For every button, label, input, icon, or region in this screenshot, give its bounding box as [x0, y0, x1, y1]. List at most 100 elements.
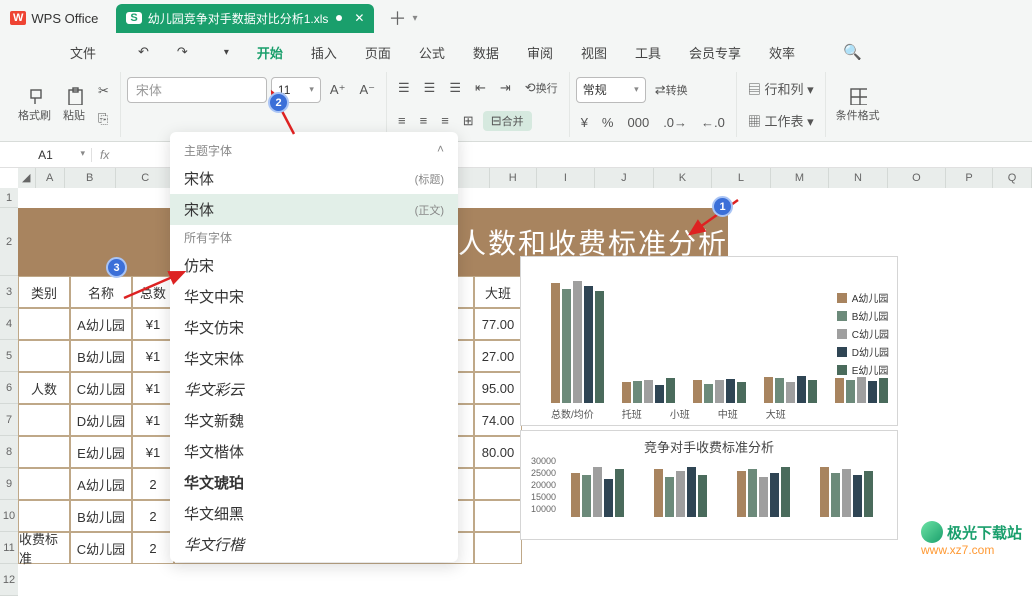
number-format-select[interactable]: 常规▾: [576, 77, 646, 103]
format-brush-button[interactable]: 格式刷: [14, 85, 55, 125]
search-icon[interactable]: 🔍: [829, 43, 876, 61]
cut-icon[interactable]: ✂: [93, 80, 114, 102]
fx-icon[interactable]: fx: [92, 148, 117, 162]
col-M[interactable]: M: [771, 168, 830, 188]
convert-button[interactable]: ⇄转换: [650, 79, 693, 101]
font-select[interactable]: ˄: [127, 77, 267, 103]
copy-icon[interactable]: ⎘: [93, 108, 114, 130]
ribbon: 格式刷 粘贴 ✂ ⎘ ˄ 11▾ A⁺ A⁻ x ☰ ☰ ☰ ⇤ ⇥ ⟲换行: [0, 68, 1032, 142]
decrease-font-icon[interactable]: A⁻: [354, 79, 380, 101]
col-A[interactable]: A: [36, 168, 65, 188]
name-box[interactable]: A1: [0, 148, 92, 162]
menu-vip[interactable]: 会员专享: [675, 43, 755, 62]
row-3[interactable]: 3: [0, 276, 18, 308]
align-bot-icon[interactable]: ☰: [444, 77, 466, 99]
qat-caret-icon[interactable]: ▾: [210, 47, 243, 58]
col-H[interactable]: H: [490, 168, 537, 188]
distrib-icon[interactable]: ⊞: [458, 110, 479, 132]
align-top-icon[interactable]: ☰: [393, 77, 415, 99]
spreadsheet-grid[interactable]: ◢ A B C D E H I J K L M N O P Q 1 2 3 4 …: [0, 168, 1032, 563]
font-item[interactable]: 华文隶书: [170, 560, 458, 562]
align-right-icon[interactable]: ≡: [436, 110, 454, 131]
menu-formula[interactable]: 公式: [405, 43, 459, 62]
row-4[interactable]: 4: [0, 308, 18, 340]
worksheet-button[interactable]: ▦ 工作表 ▾: [743, 108, 819, 133]
font-item[interactable]: 华文中宋: [170, 281, 458, 312]
undo-icon[interactable]: ↶: [124, 44, 163, 60]
chart2-yticks: 3000025000200001500010000: [531, 455, 556, 515]
merge-button[interactable]: ⊟合并: [483, 111, 532, 131]
currency-icon[interactable]: ¥: [576, 112, 593, 133]
font-item[interactable]: 华文细黑: [170, 498, 458, 529]
indent-dec-icon[interactable]: ⇤: [470, 77, 491, 99]
new-tab-button[interactable]: ＋: [388, 5, 406, 31]
font-item[interactable]: 华文彩云: [170, 374, 458, 405]
font-item[interactable]: 华文楷体: [170, 436, 458, 467]
row-5[interactable]: 5: [0, 340, 18, 372]
th-cat: 类别: [18, 276, 70, 308]
row-headers[interactable]: 1 2 3 4 5 6 7 8 9 10 11 12: [0, 188, 18, 596]
font-item[interactable]: 宋体(标题): [170, 163, 458, 194]
menu-insert[interactable]: 插入: [297, 43, 351, 62]
col-I[interactable]: I: [537, 168, 596, 188]
menu-file[interactable]: 文件: [8, 43, 124, 62]
col-Q[interactable]: Q: [993, 168, 1032, 188]
col-B[interactable]: B: [65, 168, 116, 188]
increase-font-icon[interactable]: A⁺: [325, 79, 351, 101]
chart-fees[interactable]: 竞争对手收费标准分析 3000025000200001500010000: [520, 430, 898, 540]
menu-page[interactable]: 页面: [351, 43, 405, 62]
modified-dot-icon: [336, 15, 342, 21]
font-dropdown[interactable]: 主题字体˄ 宋体(标题) 宋体(正文) 所有字体 仿宋华文中宋华文仿宋华文宋体华…: [170, 132, 458, 562]
row-11[interactable]: 11: [0, 532, 18, 564]
rowcol-button[interactable]: ▤ 行和列 ▾: [743, 76, 819, 101]
font-item[interactable]: 华文行楷: [170, 529, 458, 560]
dec-dec-icon[interactable]: ←.0: [696, 112, 730, 133]
wrap-button[interactable]: ⟲换行: [520, 77, 563, 99]
menu-start[interactable]: 开始: [243, 43, 297, 62]
tab-menu-caret[interactable]: ▾: [412, 13, 417, 24]
row-12[interactable]: 12: [0, 564, 18, 596]
indent-inc-icon[interactable]: ⇥: [495, 77, 516, 99]
document-tab[interactable]: S 幼儿园竞争对手数据对比分析1.xls ✕: [116, 4, 374, 33]
font-item[interactable]: 仿宋: [170, 250, 458, 281]
col-C[interactable]: C: [116, 168, 176, 188]
align-center-icon[interactable]: ≡: [415, 110, 433, 131]
col-P[interactable]: P: [946, 168, 993, 188]
row-8[interactable]: 8: [0, 436, 18, 468]
col-K[interactable]: K: [654, 168, 713, 188]
thousands-icon[interactable]: 000: [622, 112, 654, 133]
font-item[interactable]: 华文新魏: [170, 405, 458, 436]
menu-eff[interactable]: 效率: [755, 43, 809, 62]
font-item[interactable]: 华文琥珀: [170, 467, 458, 498]
menu-data[interactable]: 数据: [459, 43, 513, 62]
brush-icon: [26, 87, 44, 105]
align-mid-icon[interactable]: ☰: [419, 77, 441, 99]
row-1[interactable]: 1: [0, 188, 18, 208]
menu-tools[interactable]: 工具: [621, 43, 675, 62]
col-L[interactable]: L: [712, 168, 771, 188]
row-9[interactable]: 9: [0, 468, 18, 500]
col-N[interactable]: N: [829, 168, 888, 188]
percent-icon[interactable]: %: [597, 112, 619, 133]
burger-icon: [22, 45, 50, 59]
font-item[interactable]: 华文仿宋: [170, 312, 458, 343]
paste-button[interactable]: 粘贴: [59, 85, 89, 125]
row-6[interactable]: 6: [0, 372, 18, 404]
col-O[interactable]: O: [888, 168, 947, 188]
align-left-icon[interactable]: ≡: [393, 110, 411, 131]
chevron-up-icon[interactable]: ˄: [437, 142, 444, 159]
redo-icon[interactable]: ↷: [163, 44, 202, 60]
dec-inc-icon[interactable]: .0→: [658, 112, 692, 133]
col-J[interactable]: J: [595, 168, 654, 188]
menu-review[interactable]: 审阅: [513, 43, 567, 62]
row-10[interactable]: 10: [0, 500, 18, 532]
chart-population[interactable]: A幼儿园B幼儿园C幼儿园D幼儿园E幼儿园 总数/均价托班小班中班大班: [520, 256, 898, 426]
font-item-selected[interactable]: 宋体(正文): [170, 194, 458, 225]
close-tab-icon[interactable]: ✕: [354, 11, 364, 25]
row-2[interactable]: 2: [0, 208, 18, 276]
row-7[interactable]: 7: [0, 404, 18, 436]
corner-box[interactable]: ◢: [18, 168, 36, 188]
font-item[interactable]: 华文宋体: [170, 343, 458, 374]
cond-format-button[interactable]: 条件格式: [832, 85, 884, 125]
menu-view[interactable]: 视图: [567, 43, 621, 62]
